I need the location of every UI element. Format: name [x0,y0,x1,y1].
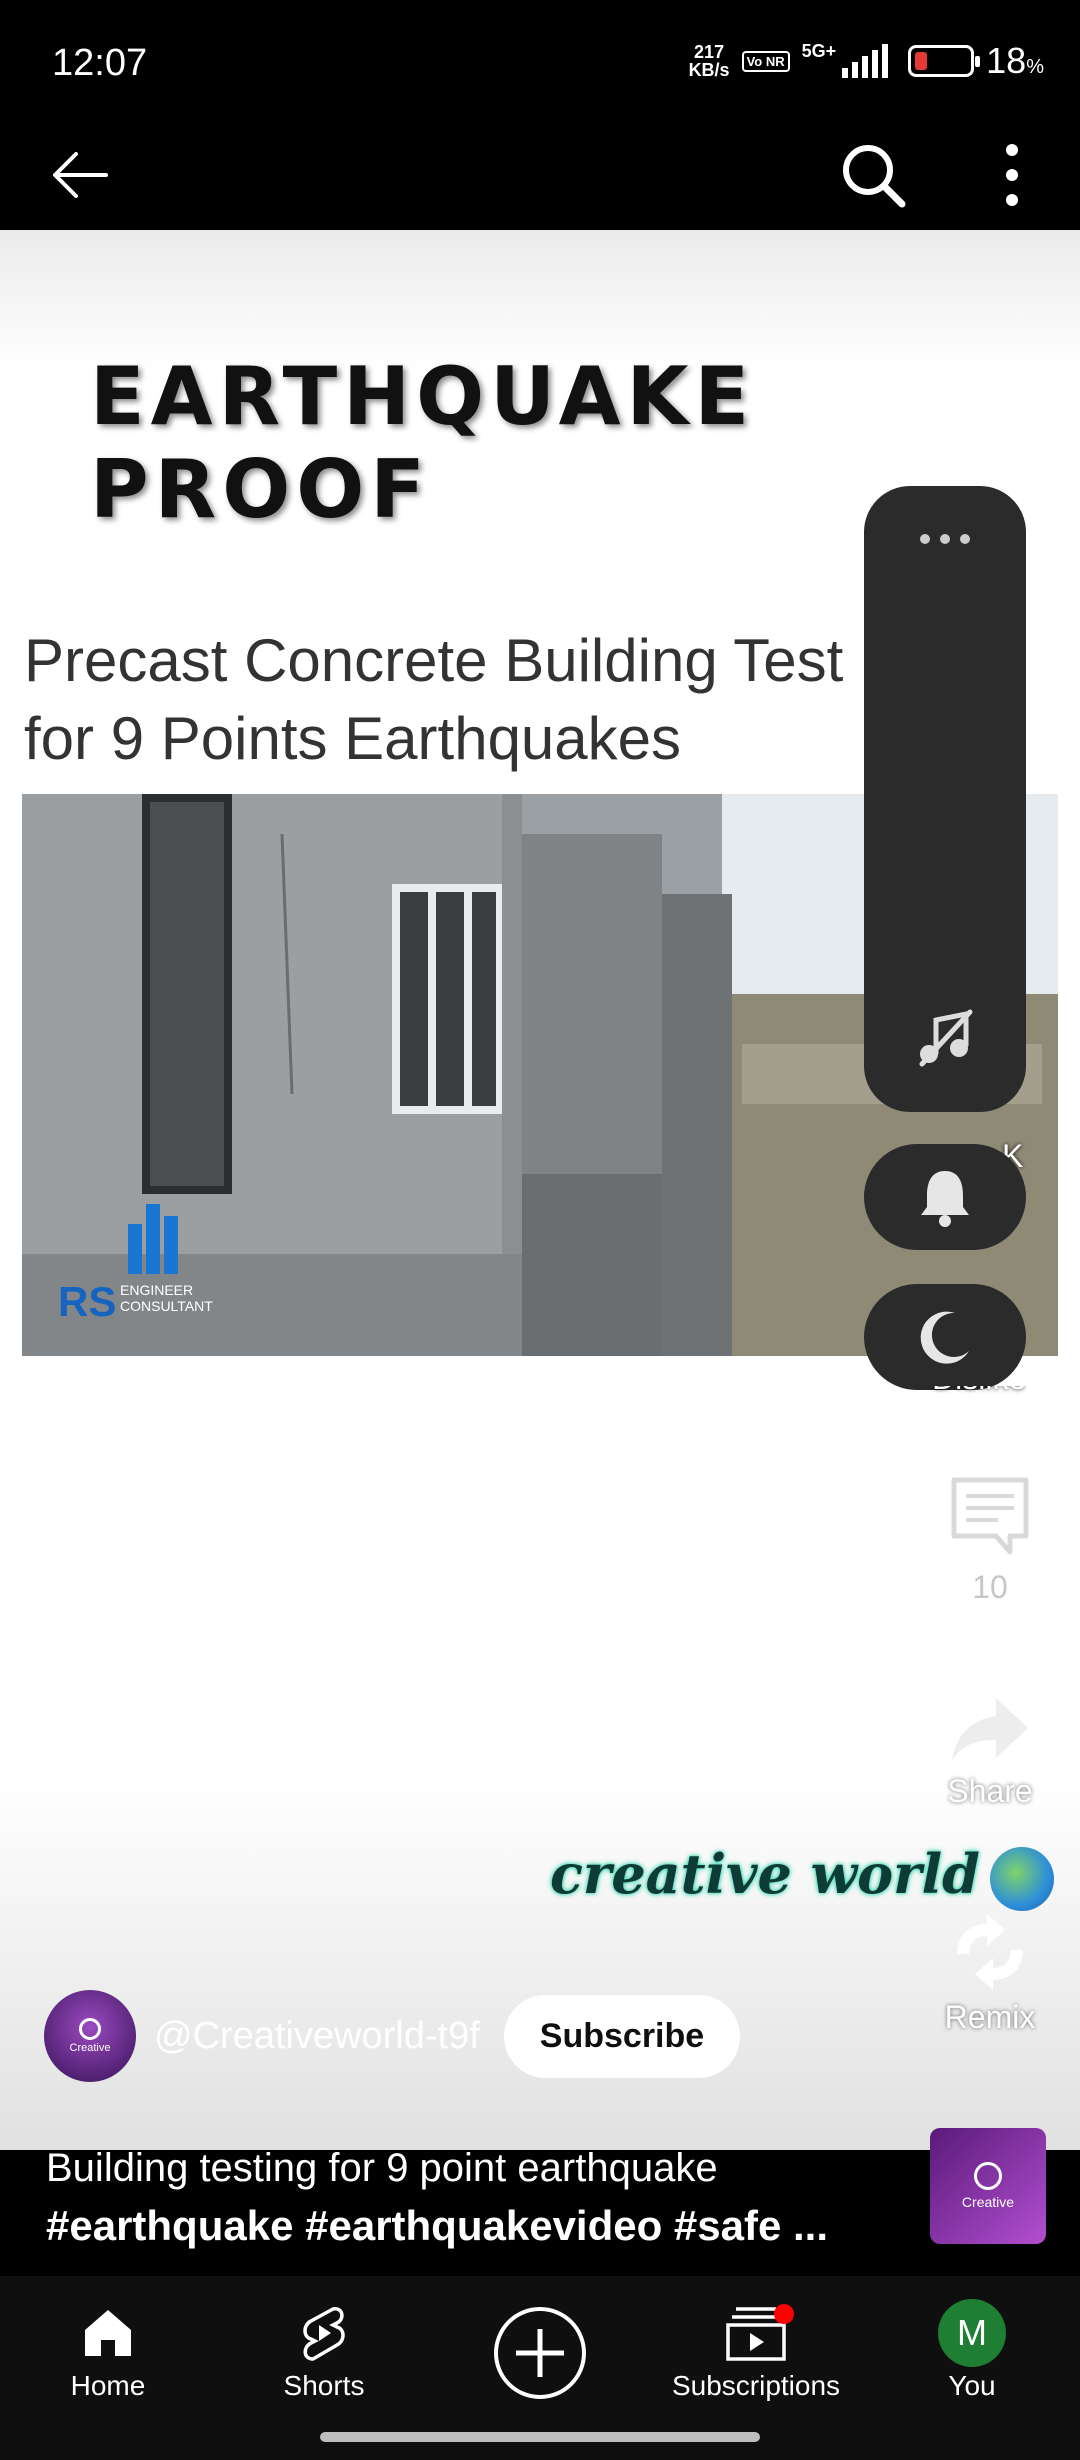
notification-button[interactable] [864,1144,1026,1250]
status-bar: 12:07 217 KB/s Vo NR 5G+ 18% [0,0,1080,120]
comments-button[interactable]: 10 [920,1474,1060,1606]
video-title: Building testing for 9 point earthquake [46,2146,718,2190]
remix-button[interactable]: Remix [920,1914,1060,2036]
volte-icon: Vo NR [741,50,790,72]
network-speed: 217 KB/s [688,42,730,80]
search-button[interactable] [840,142,906,208]
nav-home[interactable]: Home [8,2298,208,2402]
battery-percent: 18% [986,40,1044,81]
video-caption[interactable]: Building testing for 9 point earthquake … [0,2146,1080,2276]
signal-icon [842,44,889,78]
share-icon [952,1698,1028,1760]
bell-icon [921,1171,969,1227]
search-icon [843,145,906,208]
channel-avatar[interactable]: Creative [44,1990,136,2082]
back-button[interactable] [50,150,110,200]
nav-subscriptions[interactable]: Subscriptions [656,2298,856,2402]
user-avatar: M [938,2299,1006,2367]
shorts-icon [303,2307,345,2361]
rs-logo: RS ENGINEER CONSULTANT [58,1194,238,1334]
app-bar [0,120,1080,230]
channel-row: Creative @Creativeworld-t9f Subscribe [44,1990,741,2082]
music-off-icon[interactable] [914,1006,976,1068]
channel-handle[interactable]: @Creativeworld-t9f [154,2015,480,2058]
more-options-button[interactable] [992,142,1032,208]
more-horizontal-icon[interactable] [864,526,1026,549]
home-indicator[interactable] [320,2432,760,2442]
plus-circle-icon [494,2307,586,2399]
status-time: 12:07 [52,42,148,84]
nav-you[interactable]: M You [872,2298,1072,2402]
remix-label: Remix [944,1999,1036,2035]
remix-icon [957,1914,1023,1990]
sleep-timer-button[interactable] [864,1284,1026,1390]
create-button[interactable] [440,2298,640,2408]
audio-thumbnail[interactable]: Creative [930,2128,1046,2244]
more-vertical-icon [1006,144,1018,206]
network-type: 5G+ [801,40,837,61]
video-hashtags[interactable]: #earthquake #earthquakevideo #safe ... [46,2202,828,2250]
status-icons: 217 KB/s Vo NR 5G+ 18% [689,40,1044,82]
arrow-left-icon [53,152,108,198]
battery-icon [908,45,981,77]
share-button[interactable]: Share [920,1694,1060,1810]
subscribe-button[interactable]: Subscribe [503,1994,741,2078]
notification-dot [774,2304,794,2324]
globe-icon [989,1846,1054,1911]
comment-icon [951,1477,1029,1555]
comments-count: 10 [972,1569,1008,1605]
floating-panel[interactable] [864,486,1026,1112]
moon-icon [920,1311,969,1364]
channel-watermark: creative world [550,1842,1054,1911]
nav-shorts[interactable]: Shorts [224,2298,424,2402]
home-icon [85,2310,131,2356]
share-label: Share [947,1773,1033,1809]
